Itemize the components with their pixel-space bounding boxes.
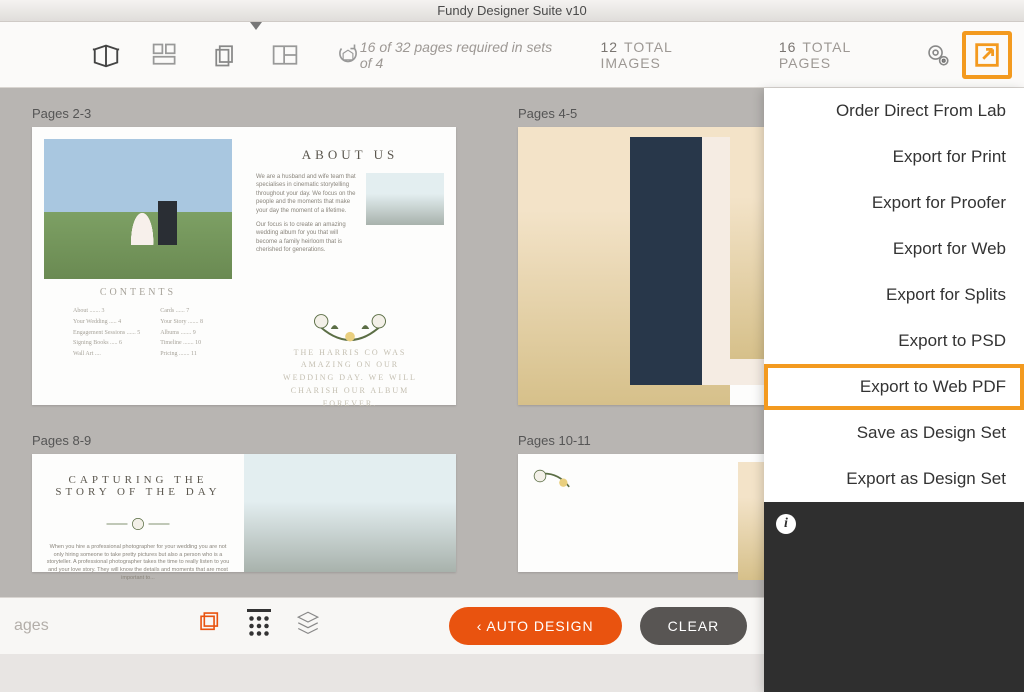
- page-requirement-info: 16 of 32 pages required in sets of 4: [360, 39, 553, 71]
- titlebar: Fundy Designer Suite v10: [0, 0, 1024, 22]
- menu-info-panel: i: [764, 502, 1024, 692]
- floral-corner-icon: [530, 466, 600, 516]
- spread-label: Pages 2-3: [32, 106, 456, 121]
- about-heading: ABOUT US: [256, 147, 444, 163]
- book-icon[interactable]: [90, 37, 122, 73]
- menu-export-psd[interactable]: Export to PSD: [764, 318, 1024, 364]
- spread-pages-8-9[interactable]: CAPTURING THE STORY OF THE DAY When you …: [32, 454, 456, 572]
- menu-export-splits[interactable]: Export for Splits: [764, 272, 1024, 318]
- stack-view-icon[interactable]: [197, 609, 223, 643]
- layout-grid-icon[interactable]: [150, 37, 182, 73]
- menu-export-design-set[interactable]: Export as Design Set: [764, 456, 1024, 502]
- auto-design-button[interactable]: ‹AUTO DESIGN: [449, 607, 622, 645]
- floral-wreath-icon: [302, 265, 398, 343]
- toolbar: 16 of 32 pages required in sets of 4 12T…: [0, 22, 1024, 88]
- total-pages-stat: 16TOTAL PAGES: [779, 39, 892, 71]
- menu-export-web[interactable]: Export for Web: [764, 226, 1024, 272]
- clear-button[interactable]: CLEAR: [640, 607, 748, 645]
- stack-icon[interactable]: [209, 37, 241, 73]
- grid-view-icon[interactable]: [247, 609, 271, 643]
- story-heading: CAPTURING THE STORY OF THE DAY: [44, 474, 232, 498]
- title-pointer-icon: [250, 22, 262, 30]
- app-title: Fundy Designer Suite v10: [437, 3, 587, 18]
- menu-save-design-set[interactable]: Save as Design Set: [764, 410, 1024, 456]
- images-label: ages: [14, 617, 49, 635]
- menu-export-proofer[interactable]: Export for Proofer: [764, 180, 1024, 226]
- settings-gear-icon[interactable]: [920, 37, 956, 73]
- panel-icon[interactable]: [269, 37, 301, 73]
- total-images-stat: 12TOTAL IMAGES: [600, 39, 720, 71]
- contents-list: About ....... 3 Your Wedding ..... 4 Eng…: [44, 306, 232, 360]
- export-dropdown: Order Direct From Lab Export for Print E…: [764, 88, 1024, 692]
- spread-pages-2-3[interactable]: CONTENTS About ....... 3 Your Wedding ..…: [32, 127, 456, 405]
- testimonial-quote: THE HARRIS CO WAS AMAZING ON OUR WEDDING…: [256, 347, 444, 411]
- menu-export-web-pdf[interactable]: Export to Web PDF: [764, 364, 1024, 410]
- export-button[interactable]: [962, 31, 1012, 79]
- contents-heading: CONTENTS: [44, 287, 232, 298]
- menu-order-direct[interactable]: Order Direct From Lab: [764, 88, 1024, 134]
- info-icon: i: [776, 514, 796, 534]
- layers-icon[interactable]: [295, 609, 321, 643]
- floral-divider-icon: [103, 508, 173, 540]
- menu-export-print[interactable]: Export for Print: [764, 134, 1024, 180]
- spread-label: Pages 8-9: [32, 433, 456, 448]
